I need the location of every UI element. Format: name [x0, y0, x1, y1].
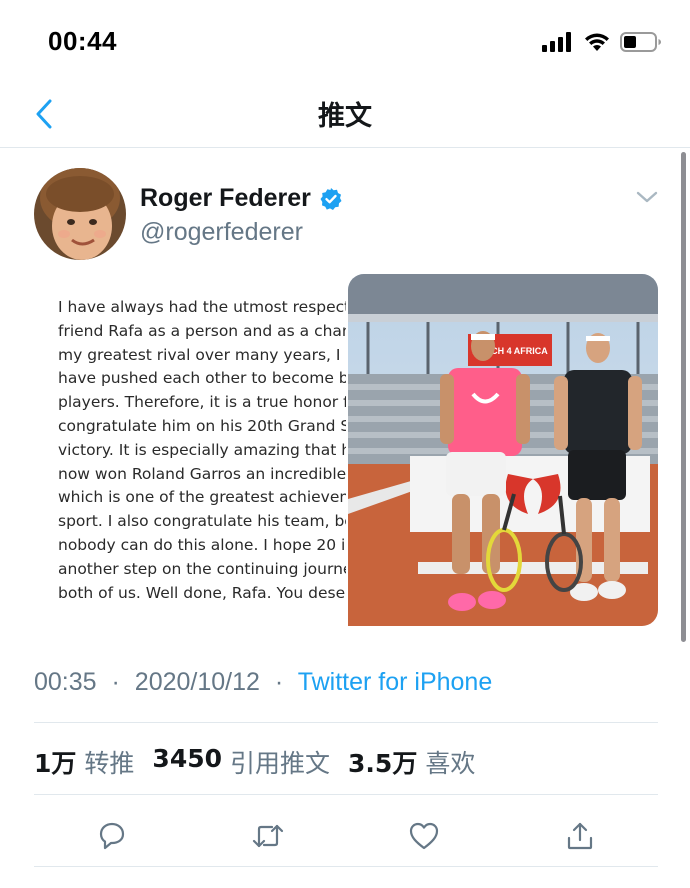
divider — [34, 794, 658, 795]
quote-count[interactable]: 3450 — [152, 744, 222, 780]
cellular-signal-icon — [542, 32, 571, 52]
meta-separator: · — [111, 668, 120, 696]
tweet-date: 2020/10/12 — [134, 668, 260, 696]
statement-line: sport. I also congratulate his team, be — [58, 512, 346, 531]
media-image-statement[interactable]: I have always had the utmost respect frie… — [34, 274, 346, 626]
avatar-photo — [34, 168, 126, 260]
statement-text: I have always had the utmost respect frie… — [58, 296, 346, 605]
share-icon — [567, 822, 593, 850]
author-name-text: Roger Federer — [140, 184, 311, 212]
statement-line: another step on the continuing journey — [58, 559, 346, 578]
tweet-actions — [34, 808, 658, 864]
quote-label[interactable]: 引用推文 — [230, 744, 330, 780]
statement-line: nobody can do this alone. I hope 20 is — [58, 535, 346, 554]
like-button[interactable] — [402, 814, 446, 858]
divider — [34, 722, 658, 723]
heart-icon — [409, 822, 439, 850]
tweet-stats: 1万 转推 3450 引用推文 3.5万 喜欢 — [34, 744, 493, 780]
scroll-indicator — [681, 152, 686, 642]
share-button[interactable] — [558, 814, 602, 858]
more-options-button[interactable] — [634, 186, 660, 208]
divider — [34, 866, 658, 867]
statement-line: now won Roland Garros an incredible ' — [58, 464, 346, 483]
status-time: 00:44 — [48, 26, 117, 56]
statement-line: congratulate him on his 20th Grand Sl — [58, 416, 346, 435]
wifi-icon — [585, 33, 609, 51]
page-title: 推文 — [318, 101, 372, 132]
battery-icon — [620, 32, 661, 52]
meta-separator: · — [274, 668, 284, 696]
statement-line: friend Rafa as a person and as a chan — [58, 321, 346, 340]
tweet-meta: 00:35 · 2020/10/12 · Twitter for iPhone — [34, 668, 492, 697]
chevron-down-icon — [636, 191, 658, 203]
statement-line: have pushed each other to become be — [58, 369, 346, 388]
retweet-icon — [252, 824, 284, 848]
status-icons — [542, 30, 662, 54]
statement-line: I have always had the utmost respect — [58, 298, 346, 316]
statement-line: victory. It is especially amazing that h… — [58, 440, 346, 459]
retweet-button[interactable] — [246, 814, 290, 858]
like-label[interactable]: 喜欢 — [425, 744, 475, 780]
tennis-photo: MATCH 4 AFRICA — [348, 274, 658, 626]
reply-button[interactable] — [90, 814, 134, 858]
retweet-label[interactable]: 转推 — [84, 744, 134, 780]
tweet-media: I have always had the utmost respect frie… — [34, 274, 658, 626]
author-handle[interactable]: @rogerfederer — [140, 218, 303, 247]
statement-line: which is one of the greatest achievem — [58, 488, 346, 507]
media-image-photo[interactable]: MATCH 4 AFRICA — [348, 274, 658, 626]
statement-line: both of us. Well done, Rafa. You deser — [58, 583, 346, 602]
statement-line: players. Therefore, it is a true honor f… — [58, 393, 346, 412]
tweet-source-link[interactable]: Twitter for iPhone — [298, 668, 493, 696]
verified-badge-icon — [320, 187, 342, 210]
avatar[interactable] — [34, 168, 126, 260]
status-bar: 00:44 — [0, 0, 690, 80]
author-name[interactable]: Roger Federer — [140, 184, 343, 213]
statement-line: my greatest rival over many years, I be — [58, 345, 346, 364]
tweet-time: 00:35 — [34, 668, 97, 696]
reply-icon — [99, 822, 125, 850]
retweet-count[interactable]: 1万 — [34, 744, 76, 780]
like-count[interactable]: 3.5万 — [348, 744, 417, 780]
navigation-bar: 推文 — [0, 80, 690, 148]
